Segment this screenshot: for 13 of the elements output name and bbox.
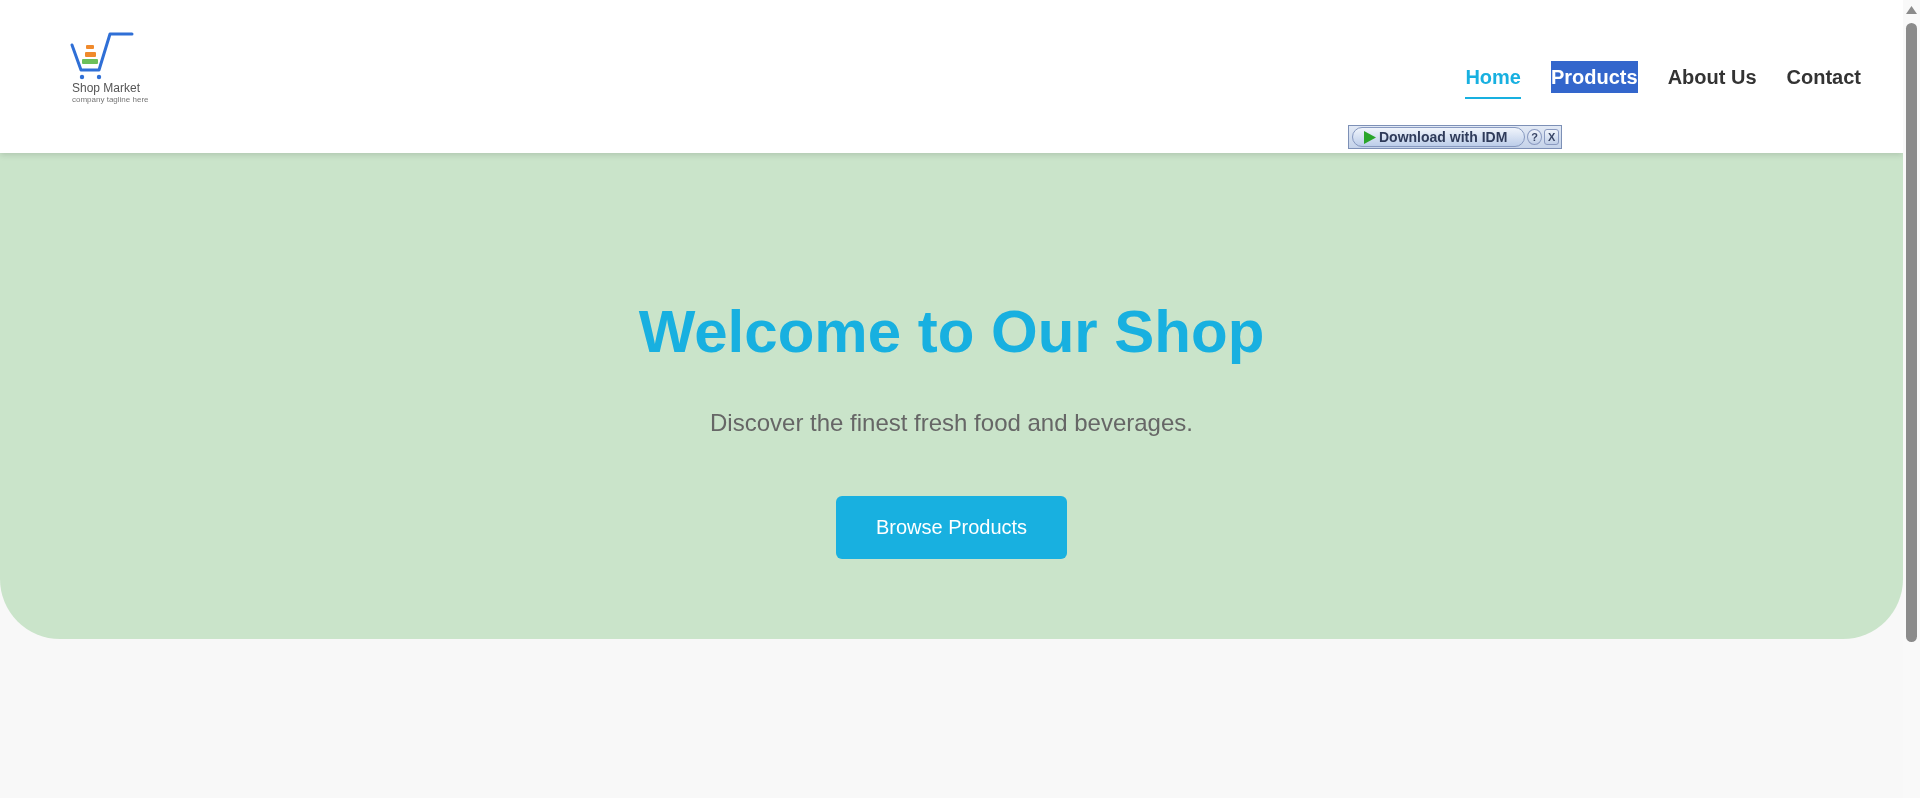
hero-subtitle: Discover the finest fresh food and beverages. <box>710 409 1193 437</box>
logo-tagline: company tagline here <box>72 95 149 105</box>
help-button[interactable]: ? <box>1527 129 1543 145</box>
shopping-cart-icon <box>70 32 134 80</box>
download-button[interactable]: Download with IDM <box>1352 127 1526 147</box>
play-icon <box>1364 130 1376 144</box>
hero-title: Welcome to Our Shop <box>638 297 1265 366</box>
close-button[interactable]: X <box>1544 129 1559 145</box>
nav-link[interactable]: About Us <box>1667 61 1757 99</box>
scrollbar-thumb[interactable] <box>1906 23 1917 642</box>
nav-link[interactable]: Contact <box>1786 61 1861 99</box>
logo-text: Shop Market <box>72 81 141 95</box>
scroll-up-icon[interactable] <box>1906 6 1917 14</box>
